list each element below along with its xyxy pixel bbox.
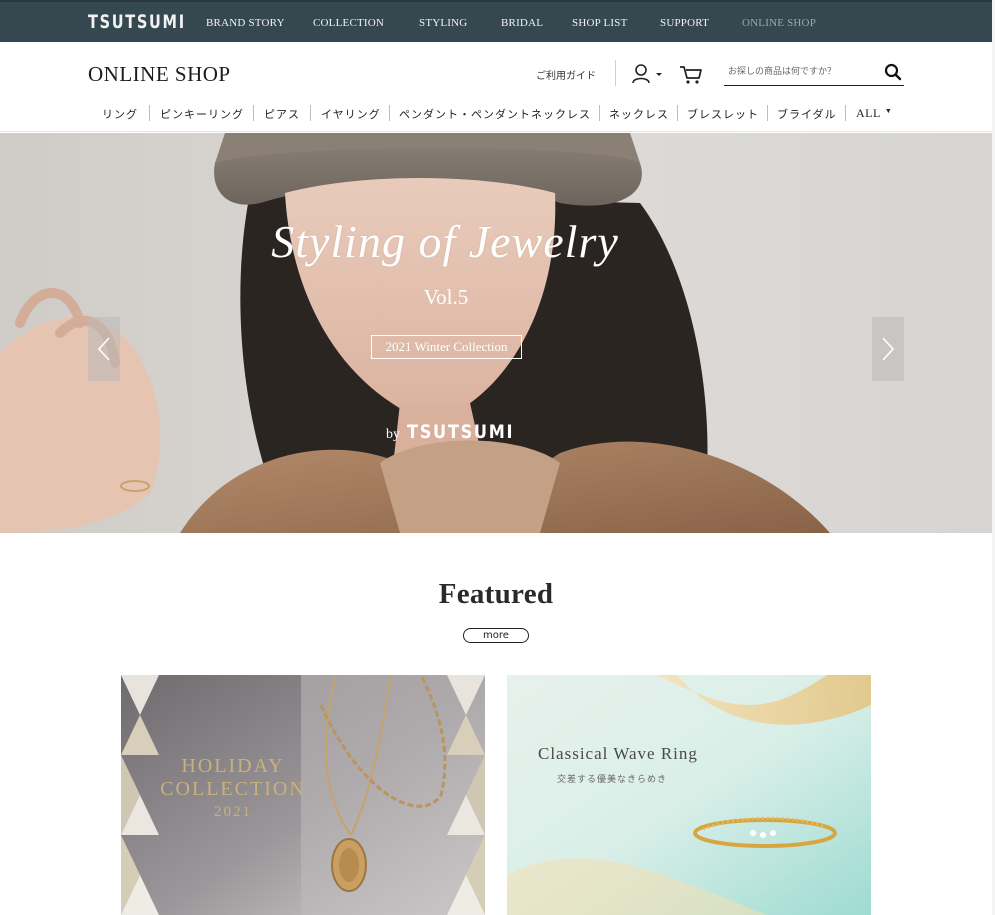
hero-carousel[interactable]: Styling of Jewelry Vol.5 2021 Winter Col… — [0, 133, 992, 533]
hero-photo — [0, 133, 992, 533]
chevron-right-icon — [882, 337, 895, 361]
category-separator — [253, 105, 254, 121]
category-pierce[interactable]: ピアス — [264, 106, 300, 122]
nav-styling[interactable]: STYLING — [419, 17, 467, 29]
category-separator — [149, 105, 150, 121]
category-earring[interactable]: イヤリング — [321, 106, 381, 122]
caret-down-icon: ▼ — [884, 107, 893, 115]
wave-ring-title: Classical Wave Ring — [538, 744, 698, 763]
category-separator — [599, 105, 600, 121]
category-separator — [767, 105, 768, 121]
hero-title: Styling of Jewelry — [271, 216, 619, 267]
category-separator — [389, 105, 390, 121]
holiday-line-2: COLLECTION — [160, 778, 306, 800]
nav-support[interactable]: SUPPORT — [660, 17, 709, 29]
chevron-left-icon — [97, 337, 110, 361]
featured-more-button[interactable]: more — [463, 628, 529, 643]
hero-by-text: by — [386, 427, 400, 442]
wave-ring-subtitle: 交差する優美なきらめき — [557, 775, 668, 785]
nav-bridal[interactable]: BRIDAL — [501, 17, 543, 29]
page-title[interactable]: ONLINE SHOP — [88, 62, 231, 87]
holiday-year: 2021 — [214, 804, 252, 820]
nav-brand-story[interactable]: BRAND STORY — [206, 17, 285, 29]
wave-ring-image — [507, 675, 871, 915]
category-bridal[interactable]: ブライダル — [777, 106, 837, 122]
holiday-heading: HOLIDAY COLLECTION — [121, 755, 345, 801]
hero-collection-badge: 2021 Winter Collection — [371, 335, 522, 359]
hero-brand-logo: TSUTSUMI — [406, 421, 514, 443]
brand-logo[interactable]: TSUTSUMI — [88, 11, 186, 33]
carousel-next-button[interactable] — [872, 317, 904, 381]
category-nav: リング ピンキーリング ピアス イヤリング ペンダント・ペンダントネックレス ネ… — [0, 104, 995, 122]
category-pinky-ring[interactable]: ピンキーリング — [160, 106, 244, 122]
category-all[interactable]: ALL ▼ — [856, 106, 892, 121]
category-necklace[interactable]: ネックレス — [609, 106, 669, 122]
feature-card-holiday[interactable]: HOLIDAY COLLECTION 2021 — [121, 675, 485, 915]
carousel-prev-button[interactable] — [88, 317, 120, 381]
header-divider — [615, 60, 616, 86]
usage-guide-link[interactable]: ご利用ガイド — [536, 67, 596, 82]
hero-volume: Vol.5 — [423, 285, 469, 309]
category-bracelet[interactable]: ブレスレット — [687, 106, 759, 122]
hero-by-line: by TSUTSUMI — [386, 421, 533, 443]
category-separator — [677, 105, 678, 121]
category-ring[interactable]: リング — [102, 106, 138, 122]
featured-heading: Featured — [438, 578, 554, 610]
nav-online-shop[interactable]: ONLINE SHOP — [742, 17, 816, 29]
feature-card-wave-ring[interactable]: Classical Wave Ring 交差する優美なきらめき — [507, 675, 871, 915]
top-brand-bar: TSUTSUMI BRAND STORY COLLECTION STYLING … — [0, 0, 995, 42]
holiday-line-1: HOLIDAY — [181, 755, 285, 777]
nav-shop-list[interactable]: SHOP LIST — [572, 17, 627, 29]
search-input[interactable] — [728, 64, 878, 80]
category-pendant[interactable]: ペンダント・ペンダントネックレス — [399, 106, 591, 122]
search-icon[interactable] — [884, 63, 902, 81]
category-separator — [310, 105, 311, 121]
category-separator — [845, 105, 846, 121]
category-all-label: ALL — [856, 106, 881, 120]
user-icon[interactable] — [631, 63, 665, 85]
shop-header: ONLINE SHOP ご利用ガイド リング ピンキーリング ピアス — [0, 42, 995, 132]
search-box — [724, 60, 904, 86]
cart-icon[interactable] — [679, 63, 703, 85]
nav-collection[interactable]: COLLECTION — [313, 17, 384, 29]
